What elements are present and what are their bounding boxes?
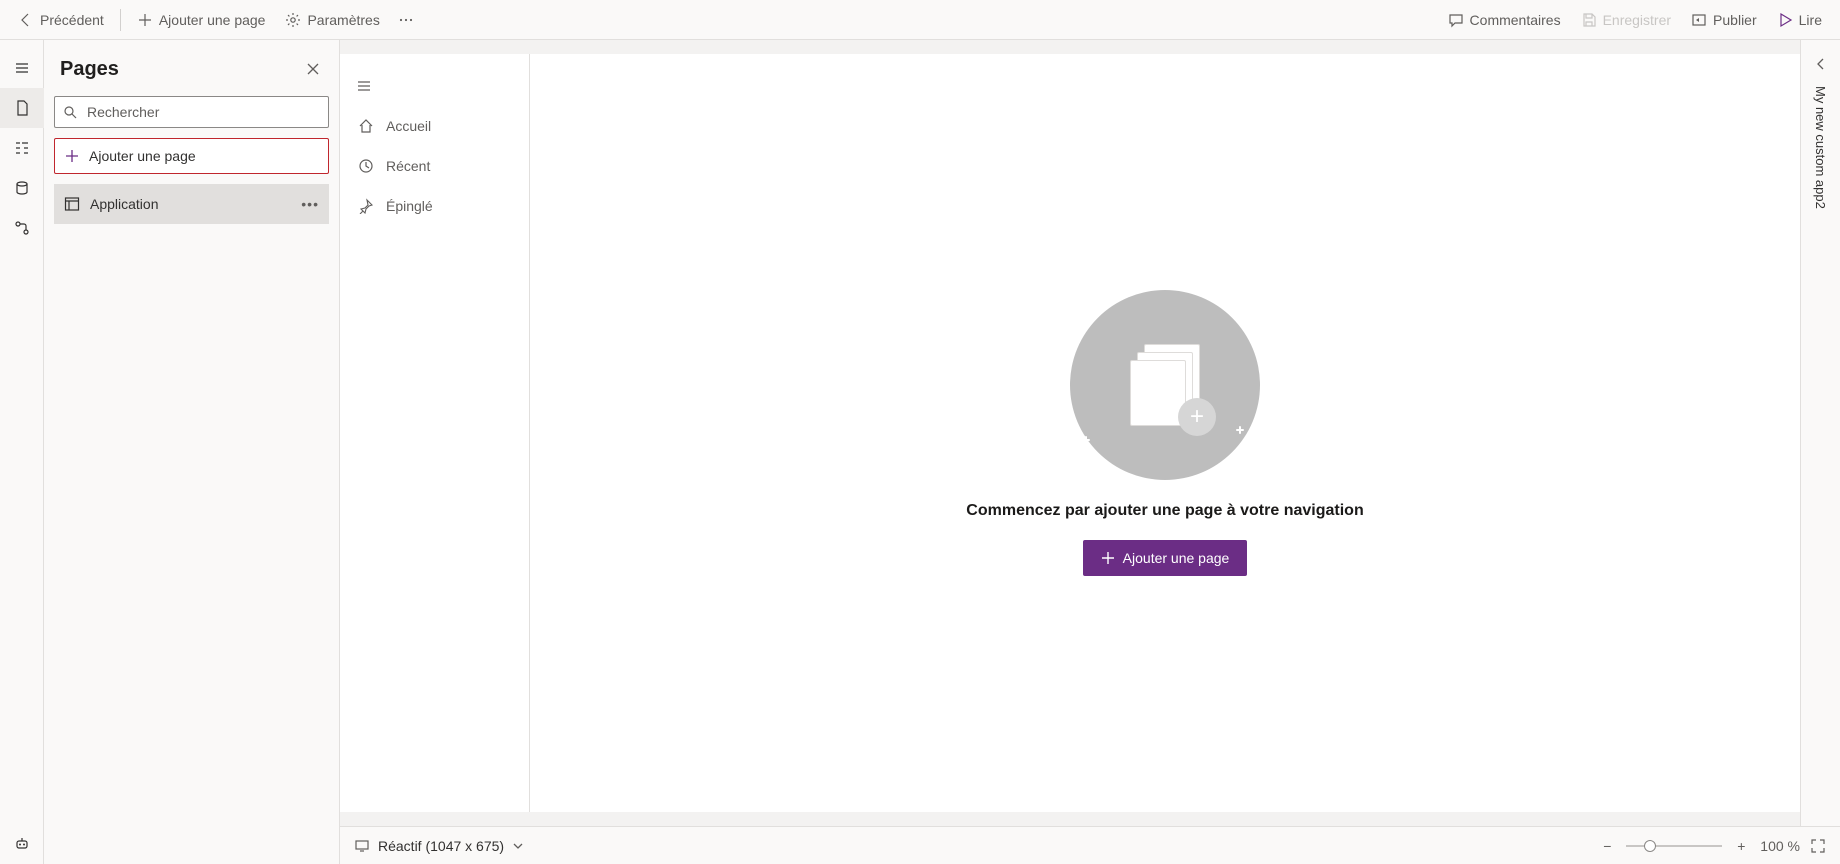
canvas-main: + Commencez par ajouter une page à votre… — [530, 54, 1800, 812]
command-bar: Précédent Ajouter une page Paramètres — [0, 0, 1840, 40]
preview-nav-recent[interactable]: Récent — [340, 146, 529, 186]
comment-icon — [1448, 12, 1464, 28]
settings-button[interactable]: Paramètres — [277, 4, 387, 36]
empty-state-headline: Commencez par ajouter une page à votre n… — [966, 502, 1363, 520]
chevron-left-icon — [1815, 58, 1827, 70]
save-icon — [1581, 12, 1597, 28]
right-collapsed-panel: My new custom app2 — [1800, 40, 1840, 826]
zoom-label: 100 % — [1760, 838, 1800, 854]
clock-icon — [358, 158, 374, 174]
zoom-slider[interactable] — [1626, 845, 1722, 847]
preview-nav-label: Récent — [386, 158, 430, 174]
pages-list-item-application[interactable]: Application ••• — [54, 184, 329, 224]
back-label: Précédent — [40, 12, 104, 28]
pages-list-item-label: Application — [90, 196, 159, 212]
close-icon — [306, 62, 320, 76]
preview-nav-pinned[interactable]: Épinglé — [340, 186, 529, 226]
search-input[interactable] — [85, 103, 320, 121]
list-item-more-button[interactable]: ••• — [301, 196, 319, 212]
rail-tree[interactable] — [0, 128, 44, 168]
hamburger-icon — [356, 78, 372, 94]
panel-header: Pages — [54, 50, 329, 88]
preview-nav-home[interactable]: Accueil — [340, 106, 529, 146]
app-layout-icon — [64, 196, 80, 212]
publish-label: Publier — [1713, 12, 1757, 28]
right-panel-app-name: My new custom app2 — [1813, 86, 1828, 209]
search-icon — [63, 105, 77, 119]
preview-hamburger[interactable] — [340, 66, 529, 106]
plus-icon — [137, 12, 153, 28]
save-label: Enregistrer — [1603, 12, 1671, 28]
expand-right-panel-button[interactable] — [1815, 50, 1827, 78]
play-icon — [1777, 12, 1793, 28]
rail-automation[interactable] — [0, 208, 44, 248]
zoom-in-button[interactable]: + — [1732, 838, 1750, 854]
add-page-label: Ajouter une page — [159, 12, 266, 28]
gear-icon — [285, 12, 301, 28]
rail-virtual-agent[interactable] — [0, 824, 44, 864]
tree-icon — [14, 140, 30, 156]
settings-label: Paramètres — [307, 12, 379, 28]
play-label: Lire — [1799, 12, 1822, 28]
panel-add-page-label: Ajouter une page — [89, 148, 196, 164]
more-icon — [398, 12, 414, 28]
flow-icon — [14, 220, 30, 236]
home-icon — [358, 118, 374, 134]
panel-add-page-button[interactable]: Ajouter une page — [54, 138, 329, 174]
zoom-out-button[interactable]: − — [1598, 838, 1616, 854]
back-arrow-icon — [18, 12, 34, 28]
publish-icon — [1691, 12, 1707, 28]
responsive-label: Réactif (1047 x 675) — [378, 838, 504, 854]
preview-sidebar: Accueil Récent Épinglé — [340, 54, 530, 812]
add-page-top-button[interactable]: Ajouter une page — [129, 4, 274, 36]
plus-badge-icon: + — [1178, 398, 1216, 436]
plus-icon — [1101, 551, 1115, 565]
left-rail — [0, 40, 44, 864]
rail-data[interactable] — [0, 168, 44, 208]
plus-icon — [65, 149, 79, 163]
save-button: Enregistrer — [1573, 4, 1679, 36]
empty-state-illustration: + — [1070, 290, 1260, 480]
pages-panel: Pages Ajouter une page Application ••• — [44, 40, 340, 864]
chevron-down-icon — [512, 840, 524, 852]
rail-pages[interactable] — [0, 88, 44, 128]
empty-state-cta-label: Ajouter une page — [1123, 550, 1230, 566]
separator — [120, 9, 121, 31]
back-button[interactable]: Précédent — [10, 4, 112, 36]
zoom-controls: − + 100 % — [1598, 838, 1826, 854]
empty-state-add-page-button[interactable]: Ajouter une page — [1083, 540, 1248, 576]
database-icon — [14, 180, 30, 196]
command-bar-right: Commentaires Enregistrer Publier Lire — [1440, 4, 1830, 36]
page-icon — [14, 100, 30, 116]
preview-nav-label: Épinglé — [386, 198, 433, 214]
overflow-button[interactable] — [392, 4, 420, 36]
preview-nav-label: Accueil — [386, 118, 431, 134]
comments-label: Commentaires — [1470, 12, 1561, 28]
search-box[interactable] — [54, 96, 329, 128]
comments-button[interactable]: Commentaires — [1440, 4, 1569, 36]
rail-hamburger[interactable] — [0, 48, 44, 88]
panel-close-button[interactable] — [297, 53, 329, 85]
fit-to-screen-button[interactable] — [1810, 838, 1826, 854]
panel-title: Pages — [60, 58, 119, 81]
play-button[interactable]: Lire — [1769, 4, 1830, 36]
bot-icon — [14, 836, 30, 852]
publish-button[interactable]: Publier — [1683, 4, 1765, 36]
command-bar-left: Précédent Ajouter une page Paramètres — [10, 4, 420, 36]
hamburger-icon — [14, 60, 30, 76]
device-icon — [354, 838, 370, 854]
responsive-size-picker[interactable]: Réactif (1047 x 675) — [354, 838, 524, 854]
canvas-area: Accueil Récent Épinglé + Commencez par a… — [340, 40, 1800, 826]
status-bar: Réactif (1047 x 675) − + 100 % — [340, 826, 1840, 864]
pin-icon — [358, 198, 374, 214]
